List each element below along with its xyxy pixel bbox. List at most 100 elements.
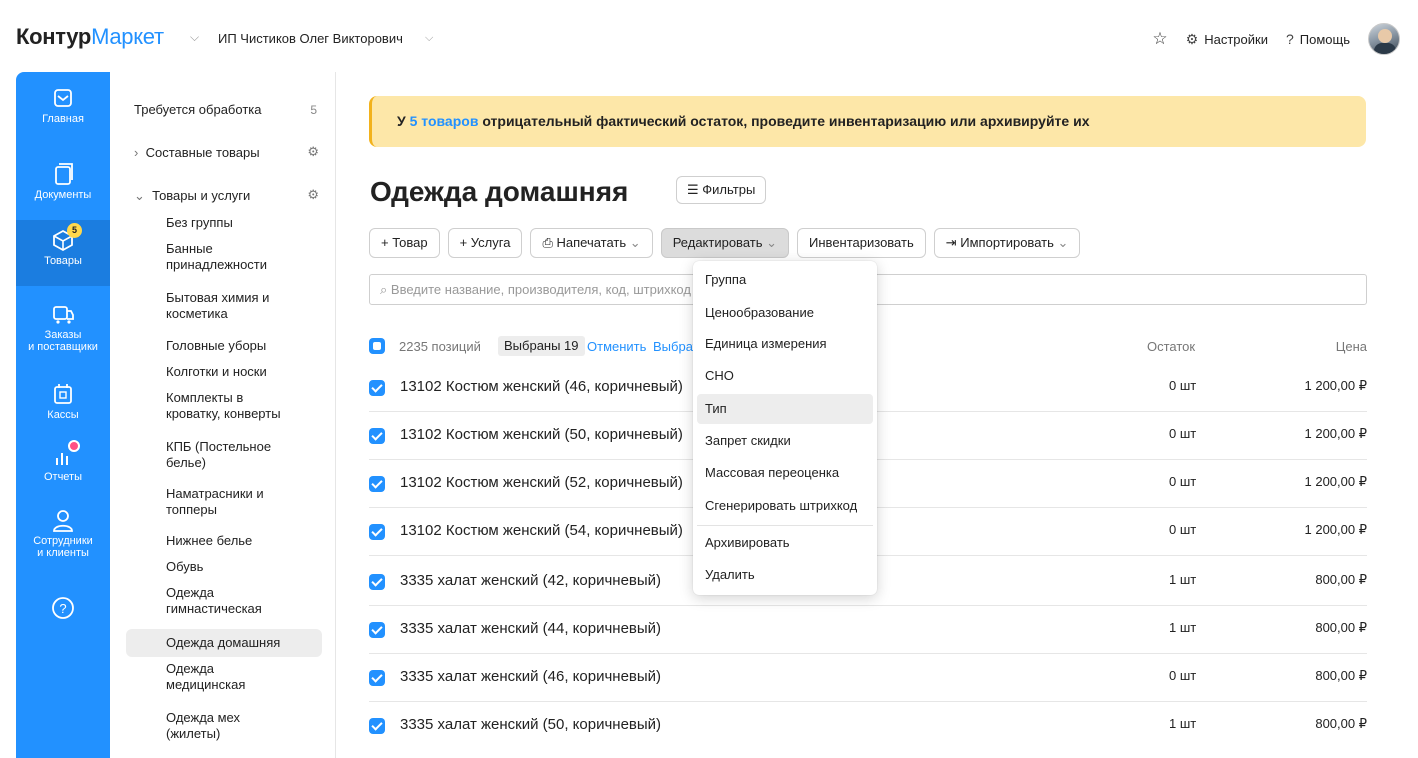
tree-group-item[interactable]: Бытовая химия и косметика (166, 290, 316, 322)
tree-group-item[interactable]: Колготки и носки (166, 364, 316, 380)
add-service-button[interactable]: + Услуга (447, 228, 523, 258)
tree-needs-processing[interactable]: Требуется обработка (134, 102, 261, 118)
import-label: Импортировать (960, 235, 1054, 250)
filters-button[interactable]: ☰ Фильтры (676, 176, 767, 204)
group-label: Бытовая химия и (166, 290, 270, 305)
row-checkbox[interactable] (369, 428, 385, 444)
product-name[interactable]: 13102 Костюм женский (50, коричневый) (400, 426, 683, 443)
product-name[interactable]: 13102 Костюм женский (52, коричневый) (400, 474, 683, 491)
group-label-2: медицинская (166, 677, 246, 692)
table-row[interactable]: 3335 халат женский (50, коричневый) 1 шт 8… (369, 702, 1367, 750)
nav-item-orders[interactable]: Заказы и поставщики (16, 302, 110, 353)
row-checkbox[interactable] (369, 718, 385, 734)
tree-group-item[interactable]: Обувь (166, 559, 316, 575)
product-name[interactable]: 13102 Костюм женский (46, коричневый) (400, 378, 683, 395)
nav-label-reports: Отчеты (43, 471, 83, 483)
row-checkbox[interactable] (369, 476, 385, 492)
row-checkbox[interactable] (369, 380, 385, 396)
nav-item-goods[interactable]: 5 Товары (16, 220, 110, 286)
toolbar: + Товар + Услуга ⎙ Напечатать ⌄ Редактир… (369, 228, 1081, 258)
tree-group-item-selected[interactable]: Одежда домашняя (166, 635, 316, 651)
menu-item-pricing[interactable]: Ценообразование (697, 298, 873, 328)
org-chevron-down-icon[interactable]: ⌵ (425, 32, 433, 45)
nav-item-staff[interactable]: Сотрудники и клиенты (16, 508, 110, 559)
banner-prefix: У (397, 113, 410, 129)
print-button[interactable]: ⎙ Напечатать ⌄ (530, 228, 653, 258)
group-label-2: принадлежности (166, 257, 268, 272)
group-label: Банные (166, 241, 213, 256)
product-switch-chevron-icon[interactable]: ⌵ (190, 30, 199, 45)
nav-label-documents: Документы (34, 189, 92, 201)
tree-composite[interactable]: › Составные товары (134, 145, 260, 161)
organization-selector[interactable]: ИП Чистиков Олег Викторович (218, 31, 403, 46)
printer-icon: ⎙ (542, 235, 553, 250)
group-label: Наматрасники и (166, 486, 264, 501)
goods-services-gear-icon[interactable]: ⚙ (307, 187, 319, 203)
row-checkbox[interactable] (369, 574, 385, 590)
tree-group-item[interactable]: Нижнее белье (166, 533, 316, 549)
menu-item-mass-revaluation[interactable]: Массовая переоценка (697, 458, 873, 488)
table-row[interactable]: 3335 халат женский (44, коричневый) 1 шт 8… (369, 606, 1367, 654)
tree-goods-services[interactable]: ⌄ Товары и услуги (134, 188, 250, 204)
cancel-selection-link[interactable]: Отменить (587, 339, 646, 354)
nav-item-help[interactable]: ? (16, 596, 110, 623)
tree-group-item[interactable]: Головные уборы (166, 338, 316, 354)
tree-group-item[interactable]: Наматрасники и топперы (166, 486, 316, 518)
nav-label-staff-1: Сотрудники (33, 535, 93, 547)
tree-group-item[interactable]: Без группы (166, 215, 316, 231)
product-stock: 0 шт (1169, 522, 1197, 537)
nav-item-home[interactable]: Главная (16, 86, 110, 125)
product-name[interactable]: 3335 халат женский (42, коричневый) (400, 572, 661, 589)
group-label: Колготки и носки (166, 364, 267, 379)
banner-goods-link[interactable]: 5 товаров (410, 113, 479, 129)
star-icon[interactable]: ☆ (1152, 29, 1167, 49)
menu-item-group[interactable]: Группа (697, 265, 873, 295)
menu-item-discount-ban[interactable]: Запрет скидки (697, 426, 873, 456)
row-checkbox[interactable] (369, 524, 385, 540)
edit-label: Редактировать (672, 235, 763, 250)
menu-item-type[interactable]: Тип (697, 394, 873, 424)
help-circle-icon: ? (1285, 31, 1294, 47)
product-name[interactable]: 3335 халат женский (46, коричневый) (400, 668, 661, 685)
help-link[interactable]: ? Помощь (1286, 31, 1350, 47)
tree-group-item[interactable]: Одежда гимнастическая (166, 585, 316, 617)
menu-item-archive[interactable]: Архивировать (697, 528, 873, 558)
app-logo[interactable]: КонтурМаркет (16, 24, 164, 50)
table-row[interactable]: 3335 халат женский (46, коричневый) 0 шт 8… (369, 654, 1367, 702)
group-label: Обувь (166, 559, 204, 574)
composite-gear-icon[interactable]: ⚙ (307, 144, 319, 160)
tree-group-item[interactable]: Банные принадлежности (166, 241, 316, 273)
question-circle-icon: ? (52, 597, 74, 619)
menu-item-tax-system[interactable]: СНО (697, 361, 873, 391)
inventory-button[interactable]: Инвентаризовать (797, 228, 926, 258)
product-name[interactable]: 3335 халат женский (50, коричневый) (400, 716, 661, 733)
print-label: Напечатать (556, 235, 627, 250)
add-goods-button[interactable]: + Товар (369, 228, 440, 258)
nav-item-documents[interactable]: Документы (16, 162, 110, 201)
product-name[interactable]: 13102 Костюм женский (54, коричневый) (400, 522, 683, 539)
row-checkbox[interactable] (369, 670, 385, 686)
nav-item-cash[interactable]: Кассы (16, 382, 110, 421)
tree-group-item[interactable]: Одежда медицинская (166, 661, 316, 693)
select-all-checkbox[interactable] (369, 338, 385, 354)
svg-text:?: ? (59, 601, 66, 616)
product-stock: 1 шт (1169, 716, 1197, 731)
column-price-header[interactable]: Цена (1336, 339, 1367, 354)
settings-link[interactable]: ⚙ Настройки (1186, 31, 1268, 48)
column-stock-header[interactable]: Остаток (1147, 339, 1195, 354)
nav-item-reports[interactable]: Отчеты (16, 440, 110, 483)
tree-group-item[interactable]: Одежда мех (жилеты) (166, 710, 316, 742)
group-label: Комплекты в (166, 390, 244, 405)
edit-button[interactable]: Редактировать ⌄ (660, 228, 790, 258)
row-checkbox[interactable] (369, 622, 385, 638)
import-button[interactable]: ⇥ Импортировать ⌄ (933, 228, 1081, 258)
menu-item-unit[interactable]: Единица измерения (697, 329, 873, 359)
avatar[interactable] (1368, 23, 1400, 55)
chevron-down-icon: ⌄ (766, 235, 778, 250)
menu-item-generate-barcode[interactable]: Сгенерировать штрихкод (697, 491, 873, 521)
group-label: Одежда мех (166, 710, 241, 725)
tree-group-item[interactable]: КПБ (Постельное белье) (166, 439, 316, 471)
tree-group-item[interactable]: Комплекты в кроватку, конверты (166, 390, 316, 422)
product-name[interactable]: 3335 халат женский (44, коричневый) (400, 620, 661, 637)
menu-item-delete[interactable]: Удалить (697, 560, 873, 590)
